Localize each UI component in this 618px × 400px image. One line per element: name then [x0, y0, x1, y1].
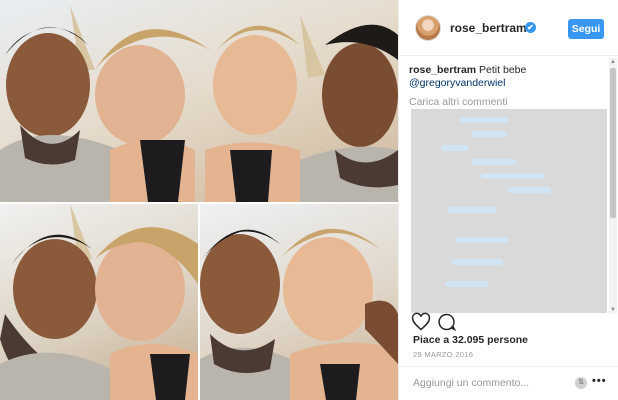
sort-icon[interactable]: ⇅ [575, 377, 587, 389]
photo-bottom-left-illustration [0, 204, 198, 400]
verified-badge-icon: ✔ [525, 22, 536, 33]
scrollbar-thumb[interactable] [610, 68, 616, 218]
photo-bottom-right [200, 204, 398, 400]
redacted-line [445, 281, 489, 287]
comment-icon-svg [438, 313, 457, 332]
redacted-line [471, 159, 517, 165]
post-date: 29 MARZO 2016 [413, 350, 474, 359]
likes-count[interactable]: Piace a 32.095 persone [413, 334, 528, 346]
caption-text: Petit bebe [479, 64, 527, 76]
add-comment-input[interactable] [413, 375, 563, 391]
photo-bottom-left [0, 204, 198, 400]
redacted-line [441, 145, 469, 151]
scroll-up-icon[interactable]: ▲ [609, 58, 617, 66]
more-options-icon[interactable]: ••• [592, 375, 607, 387]
comments-scrollbar[interactable]: ▲ ▼ [609, 58, 617, 314]
caption: rose_bertram Petit bebe [409, 64, 611, 77]
heart-icon[interactable] [411, 312, 431, 332]
username-link[interactable]: rose_bertram [450, 21, 527, 35]
redacted-line [507, 187, 551, 193]
avatar[interactable] [415, 15, 441, 41]
redacted-line [455, 237, 509, 243]
mention-link[interactable]: @gregoryvanderwiel [409, 77, 611, 90]
comments-section: rose_bertram Petit bebe @gregoryvanderwi… [409, 64, 611, 313]
caption-username[interactable]: rose_bertram [409, 64, 476, 76]
comment-icon[interactable] [437, 312, 457, 332]
post-side-panel: rose_bertram ✔ Segui rose_bertram Petit … [398, 0, 618, 400]
post-actions [411, 312, 611, 332]
collage-divider-vertical [198, 204, 200, 400]
add-comment-bar: ⇅ ••• [399, 366, 618, 400]
redacted-line [459, 117, 509, 123]
photo-bottom-right-illustration [200, 228, 398, 400]
redacted-line [451, 259, 503, 265]
photo-top-illustration [0, 5, 398, 202]
heart-icon-svg [411, 312, 431, 331]
redacted-line [447, 207, 497, 213]
load-more-comments-link[interactable]: Carica altri commenti [409, 96, 611, 108]
comments-redacted-overlay [411, 109, 607, 313]
follow-button[interactable]: Segui [568, 19, 604, 39]
redacted-line [471, 131, 507, 137]
post-header: rose_bertram ✔ Segui [399, 0, 618, 56]
post-image[interactable] [0, 0, 398, 400]
photo-top [0, 0, 398, 202]
redacted-line [481, 173, 545, 179]
